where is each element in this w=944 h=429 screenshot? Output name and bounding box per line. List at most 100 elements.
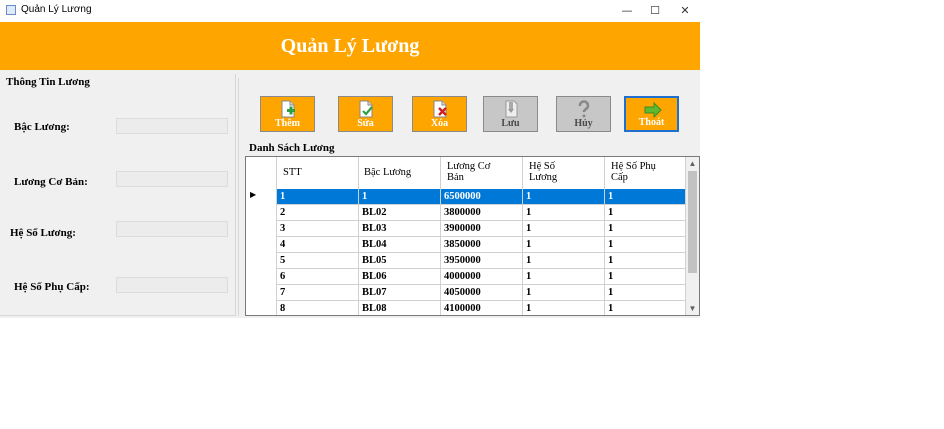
allowance-coefficient-input[interactable] — [116, 277, 228, 293]
table-cell[interactable]: 6 — [277, 269, 359, 285]
table-cell[interactable]: BL07 — [359, 285, 441, 301]
close-button[interactable]: ✕ — [670, 2, 700, 20]
table-cell[interactable]: BL02 — [359, 205, 441, 221]
salary-coefficient-input[interactable] — [116, 221, 228, 237]
table-cell[interactable]: 1 — [605, 237, 686, 253]
maximize-button[interactable]: ☐ — [640, 2, 670, 20]
cancel-button-label: Hủy — [574, 118, 593, 129]
column-header-salary-coefficient[interactable]: Hệ Số Lương — [523, 157, 605, 189]
table-cell[interactable]: 1 — [523, 269, 605, 285]
save-button-label: Lưu — [501, 118, 520, 129]
table-cell[interactable]: 1 — [523, 221, 605, 237]
row-header[interactable] — [246, 205, 277, 221]
table-cell[interactable]: 1 — [523, 253, 605, 269]
salary-coefficient-label: Hệ Số Lương: — [10, 227, 76, 239]
table-cell[interactable]: 1 — [523, 237, 605, 253]
table-cell[interactable]: 3950000 — [441, 253, 523, 269]
table-cell[interactable]: 1 — [523, 189, 605, 205]
panel-divider — [238, 78, 239, 316]
table-cell[interactable]: 1 — [523, 301, 605, 315]
table-cell[interactable]: 1 — [605, 301, 686, 315]
allowance-coefficient-label: Hệ Số Phụ Cấp: — [14, 281, 90, 293]
table-cell[interactable]: 1 — [359, 189, 441, 205]
grid-header: STT Bậc Lương Lương Cơ Bản Hệ Số Lương H… — [246, 157, 686, 190]
table-cell[interactable]: 1 — [523, 205, 605, 221]
table-cell[interactable]: 8 — [277, 301, 359, 315]
table-row[interactable]: 7 BL07 4050000 1 1 — [246, 285, 686, 301]
table-row[interactable]: 2 BL02 3800000 1 1 — [246, 205, 686, 221]
table-cell[interactable]: 7 — [277, 285, 359, 301]
edit-button-label: Sửa — [357, 118, 374, 129]
table-row[interactable]: 5 BL05 3950000 1 1 — [246, 253, 686, 269]
exit-button[interactable]: Thoát — [624, 96, 679, 132]
table-cell[interactable]: 3 — [277, 221, 359, 237]
delete-button-label: Xóa — [430, 118, 449, 129]
table-cell[interactable]: 1 — [605, 221, 686, 237]
question-icon — [578, 100, 590, 118]
row-header[interactable] — [246, 301, 277, 315]
table-cell[interactable]: 4050000 — [441, 285, 523, 301]
add-button[interactable]: Thêm — [260, 96, 315, 132]
table-cell[interactable]: 6500000 — [441, 189, 523, 205]
scroll-thumb[interactable] — [688, 171, 697, 273]
table-cell[interactable]: 1 — [523, 285, 605, 301]
table-row[interactable]: 3 BL03 3900000 1 1 — [246, 221, 686, 237]
base-salary-input[interactable] — [116, 171, 228, 187]
table-row[interactable]: 4 BL04 3850000 1 1 — [246, 237, 686, 253]
delete-button[interactable]: Xóa — [412, 96, 467, 132]
table-row[interactable]: 6 BL06 4000000 1 1 — [246, 269, 686, 285]
column-header-allowance-coefficient[interactable]: Hệ Số Phụ Cấp — [605, 157, 686, 189]
salary-grid[interactable]: STT Bậc Lương Lương Cơ Bản Hệ Số Lương H… — [245, 156, 700, 316]
app-window: Quản Lý Lương — ☐ ✕ Quản Lý Lương Thông … — [0, 0, 700, 318]
table-cell[interactable]: BL03 — [359, 221, 441, 237]
table-cell[interactable]: 1 — [277, 189, 359, 205]
column-header-grade[interactable]: Bậc Lương — [359, 157, 441, 189]
table-cell[interactable]: BL05 — [359, 253, 441, 269]
row-header[interactable] — [246, 237, 277, 253]
table-cell[interactable]: 3900000 — [441, 221, 523, 237]
table-cell[interactable]: BL08 — [359, 301, 441, 315]
table-cell[interactable]: 1 — [605, 205, 686, 221]
row-header[interactable] — [246, 253, 277, 269]
save-button[interactable]: Lưu — [483, 96, 538, 132]
table-cell[interactable]: 2 — [277, 205, 359, 221]
base-salary-label: Lương Cơ Bản: — [14, 176, 88, 188]
column-header-base-salary[interactable]: Lương Cơ Bản — [441, 157, 523, 189]
current-row-icon: ▶ — [250, 190, 257, 199]
table-row[interactable]: 8 BL08 4100000 1 1 — [246, 301, 686, 315]
window-title: Quản Lý Lương — [21, 4, 92, 15]
save-icon — [505, 100, 518, 118]
minimize-button[interactable]: — — [612, 2, 642, 20]
cancel-button[interactable]: Hủy — [556, 96, 611, 132]
row-header[interactable]: ▶ — [246, 189, 277, 205]
page-title: Quản Lý Lương — [280, 35, 420, 57]
list-title: Danh Sách Lương — [249, 142, 335, 154]
scroll-up-icon[interactable]: ▲ — [686, 157, 699, 170]
table-cell[interactable]: 4 — [277, 237, 359, 253]
column-header-stt[interactable]: STT — [277, 157, 359, 189]
table-cell[interactable]: 1 — [605, 285, 686, 301]
delete-document-icon — [433, 100, 447, 118]
table-cell[interactable]: 1 — [605, 269, 686, 285]
table-cell[interactable]: 1 — [605, 253, 686, 269]
exit-button-label: Thoát — [638, 117, 665, 128]
table-cell[interactable]: BL06 — [359, 269, 441, 285]
table-cell[interactable]: 4100000 — [441, 301, 523, 315]
row-header[interactable] — [246, 285, 277, 301]
add-document-icon — [281, 100, 295, 118]
table-cell[interactable]: 4000000 — [441, 269, 523, 285]
scroll-down-icon[interactable]: ▼ — [686, 302, 699, 315]
row-header[interactable] — [246, 221, 277, 237]
table-cell[interactable]: 3800000 — [441, 205, 523, 221]
table-cell[interactable]: 3850000 — [441, 237, 523, 253]
vertical-scrollbar[interactable]: ▲ ▼ — [686, 157, 699, 315]
edit-button[interactable]: Sửa — [338, 96, 393, 132]
table-cell[interactable]: 1 — [605, 189, 686, 205]
table-row[interactable]: ▶ 1 1 6500000 1 1 — [246, 189, 686, 205]
table-cell[interactable]: BL04 — [359, 237, 441, 253]
table-cell[interactable]: 5 — [277, 253, 359, 269]
row-header[interactable] — [246, 269, 277, 285]
grade-input[interactable] — [116, 118, 228, 134]
app-icon — [6, 5, 16, 15]
group-title: Thông Tin Lương — [6, 76, 90, 88]
